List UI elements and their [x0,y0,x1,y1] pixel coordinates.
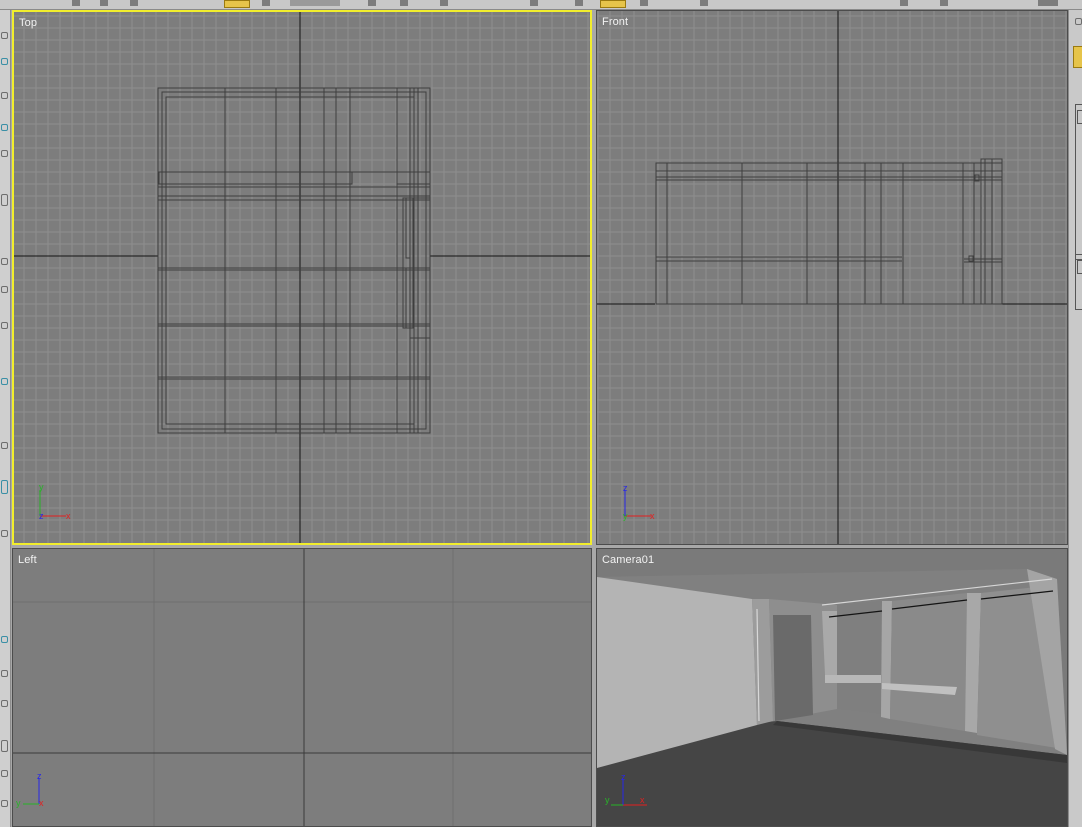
select-by-name-icon[interactable] [1,150,8,157]
gizmo-y-label: y [39,482,44,492]
bind-icon[interactable] [1,92,8,99]
axis-gizmo: x y z [39,482,71,521]
curve-editor-icon[interactable] [1,770,8,777]
select-region-icon[interactable] [1,194,8,206]
named-selection-icon[interactable] [1,636,8,643]
gizmo-x-label: x [650,511,655,521]
mirror-icon[interactable] [530,0,538,6]
command-panel [1068,10,1082,827]
material-editor-icon[interactable] [640,0,648,6]
rollout-panel [1075,104,1082,260]
move-tool-icon[interactable] [1,258,8,265]
snap-toggle-icon[interactable] [1,378,8,385]
create-tab-icon[interactable] [1075,18,1082,25]
gizmo-y-label: y [16,798,21,808]
scale-tool-icon[interactable] [1,322,8,329]
undo-icon[interactable] [72,0,80,6]
layer-manager-icon[interactable] [1,740,8,752]
select-object-icon[interactable] [1,124,8,131]
snap-icon[interactable] [440,0,448,6]
scale-icon[interactable] [400,0,408,6]
schematic-view-icon[interactable] [1,800,8,807]
viewport-left-label[interactable]: Left [18,554,37,566]
viewport-camera[interactable]: z x y Camera01 [596,548,1068,827]
viewport-left[interactable]: z y x Left [12,548,592,827]
unlink-icon[interactable] [1,58,8,65]
axis-gizmo: x z y [623,483,655,521]
link-icon[interactable] [1,32,8,39]
align-icon[interactable] [575,0,583,6]
move-icon[interactable] [262,0,270,6]
spinner-snap-icon[interactable] [1,530,8,537]
gizmo-y-label: y [605,795,610,805]
axis-gizmo: z y x [16,771,44,808]
mirror-tool-icon[interactable] [1,670,8,677]
selection-set-dropdown[interactable] [290,0,340,6]
viewport-top[interactable]: x y z Top [12,10,592,545]
gizmo-y-label: y [623,511,628,521]
rollout-toggle-2[interactable] [1077,260,1082,274]
select-icon[interactable] [130,0,138,6]
gizmo-x-label: x [39,798,44,808]
gizmo-z-label: z [621,772,626,782]
camera-viewport-render[interactable]: z x y [597,549,1067,827]
grid-major [13,549,591,826]
gizmo-x-label: x [640,795,645,805]
angle-snap-icon[interactable] [1,442,8,449]
render-setup-active-icon[interactable] [600,0,626,8]
gizmo-z-label: z [37,771,42,781]
left-toolbar [0,10,11,827]
viewport-front[interactable]: x z y Front [596,10,1068,545]
quick-render-icon[interactable] [940,0,948,6]
viewport-camera-label[interactable]: Camera01 [602,554,654,566]
render-frame-icon[interactable] [900,0,908,6]
select-mode-active-icon[interactable] [224,0,250,8]
viewport-top-label[interactable]: Top [19,17,37,29]
main-toolbar [0,0,1082,10]
render-icon[interactable] [700,0,708,6]
rotate-tool-icon[interactable] [1,286,8,293]
align-tool-icon[interactable] [1,700,8,707]
gizmo-x-label: x [66,511,71,521]
rotate-icon[interactable] [368,0,376,6]
top-viewport-canvas[interactable]: x y z [14,12,590,543]
front-viewport-canvas[interactable]: x z y [597,11,1067,544]
viewport-front-label[interactable]: Front [602,16,628,28]
rollout-toggle[interactable] [1077,110,1082,124]
redo-icon[interactable] [100,0,108,6]
world-axes [13,549,591,826]
gizmo-z-label: z [623,483,628,493]
room-shaded-render [597,569,1067,826]
minimize-icon[interactable] [1038,0,1058,6]
percent-snap-icon[interactable] [1,480,8,494]
gizmo-z-label: z [39,511,44,521]
left-viewport-canvas[interactable]: z y x [13,549,591,827]
building-wireframe [157,87,431,434]
modify-tab-icon[interactable] [1073,46,1082,68]
